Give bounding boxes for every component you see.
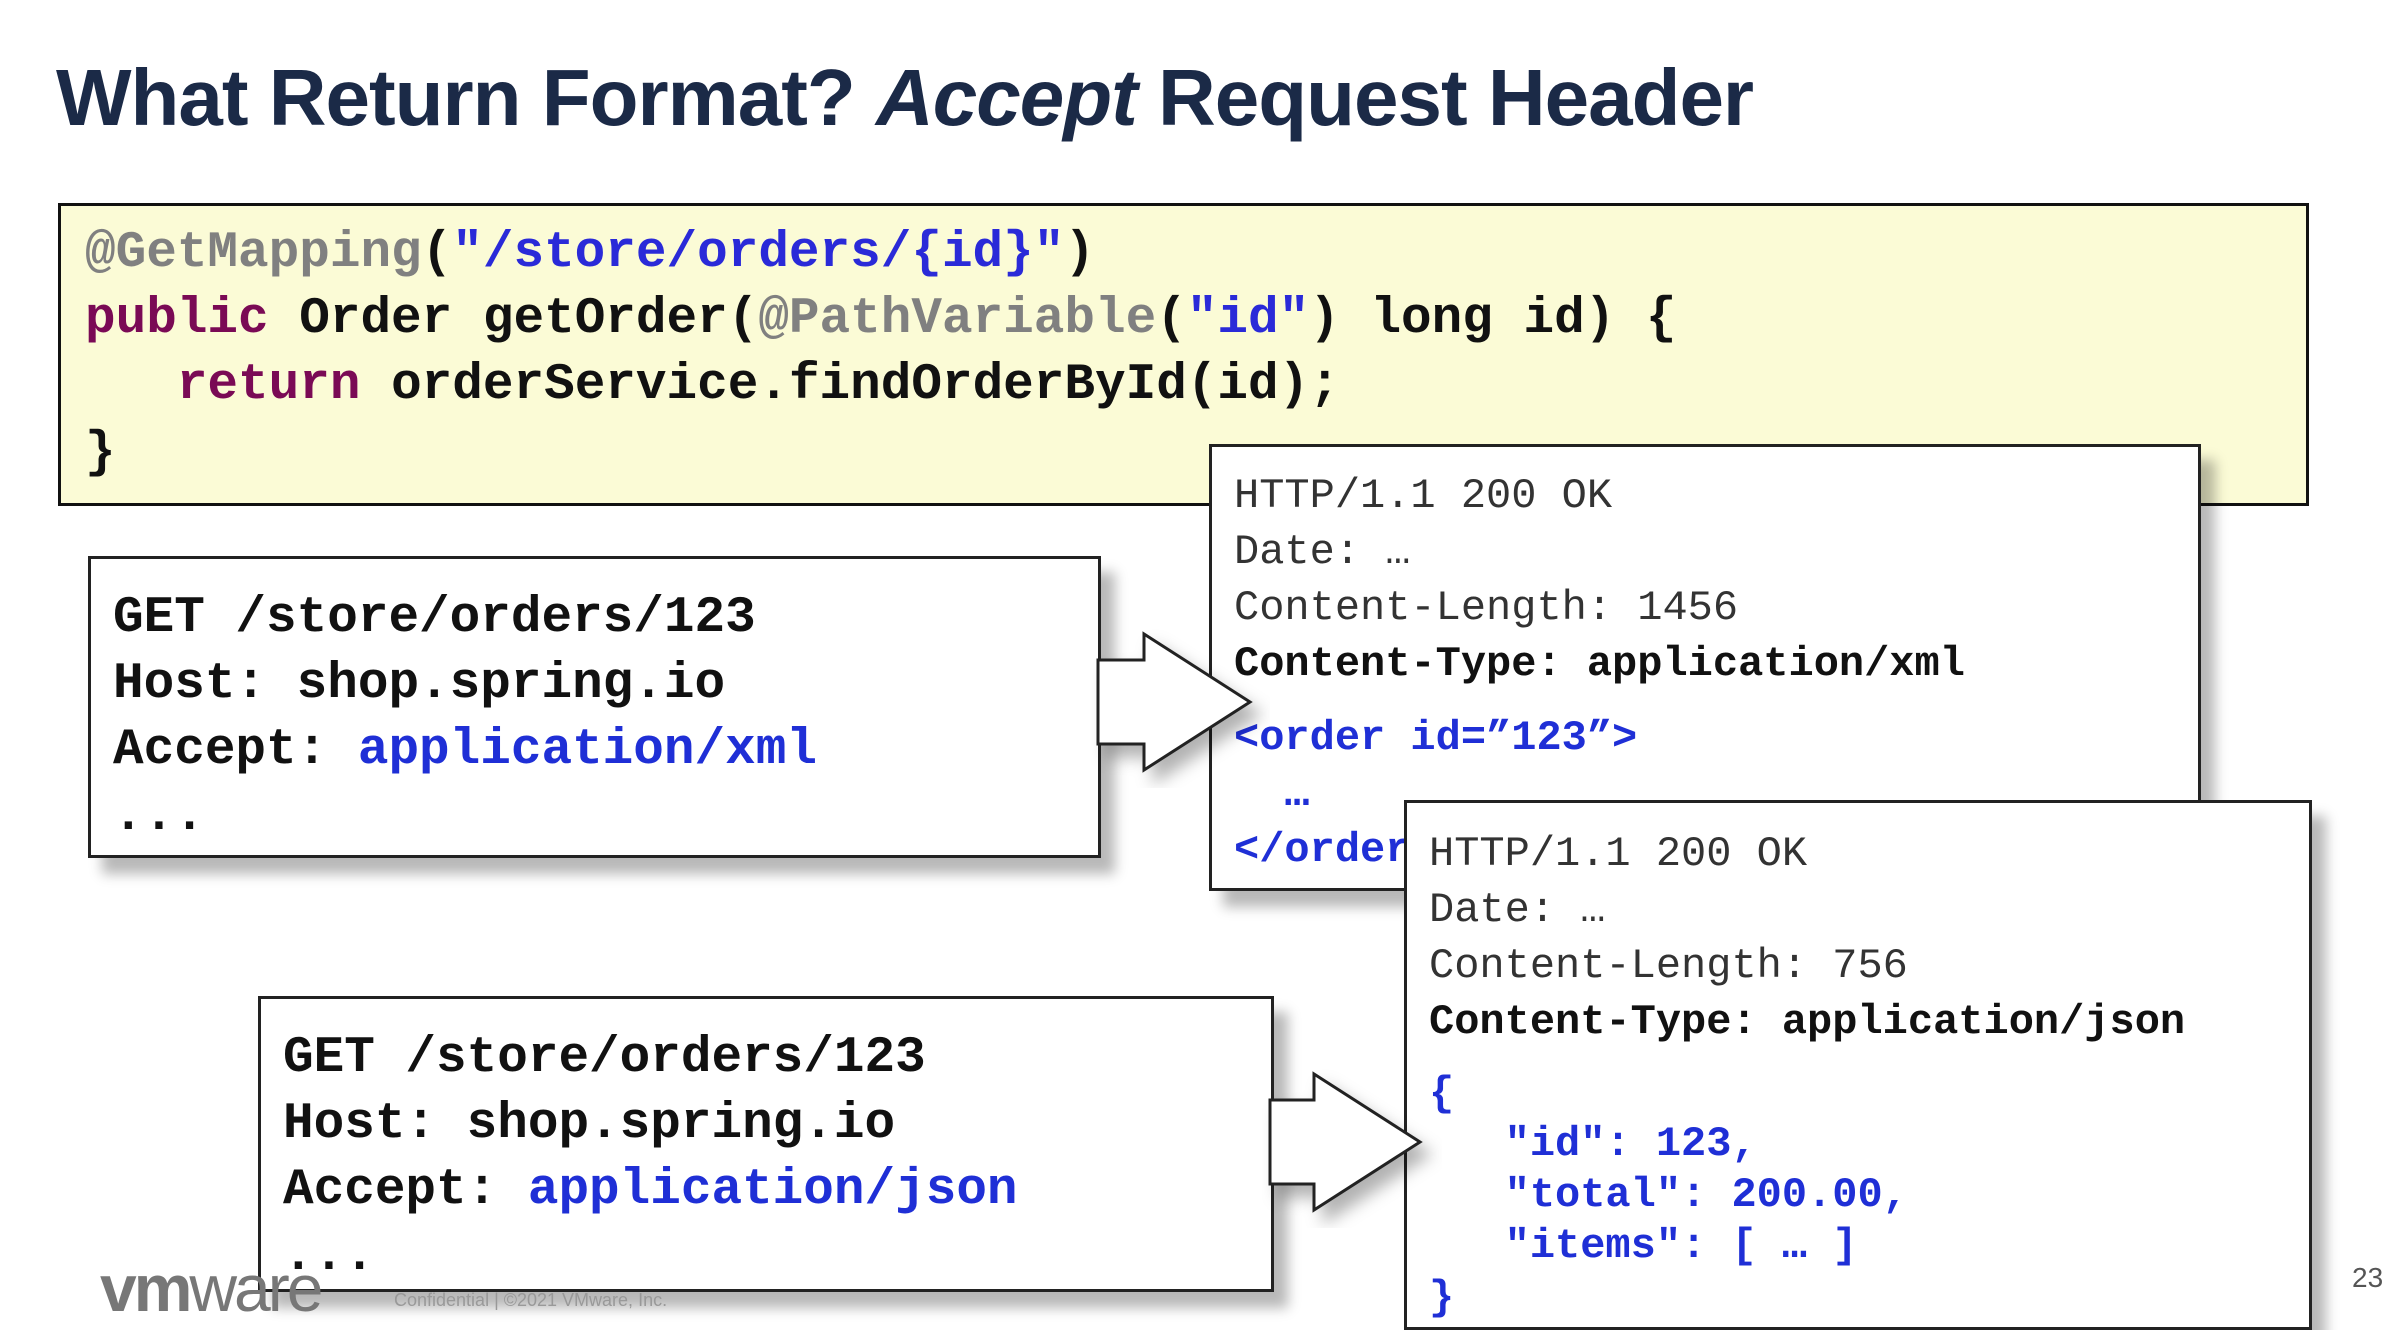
- response-status: HTTP/1.1 200 OK: [1234, 472, 1613, 520]
- accept-label: Accept:: [283, 1162, 528, 1219]
- code-line-4: }: [85, 428, 116, 479]
- code-text: }: [85, 425, 116, 482]
- code-line-3: return orderService.findOrderById(id);: [85, 360, 1340, 411]
- response-body-line: }: [1429, 1274, 1455, 1322]
- title-italic: Accept: [875, 53, 1138, 142]
- code-text: orderService.findOrderById(id);: [360, 357, 1340, 414]
- request-host: Host: shop.spring.io: [283, 1096, 896, 1153]
- code-line-2: public Order getOrder(@PathVariable("id"…: [85, 294, 1677, 345]
- response-body-line: <order id=”123”>: [1234, 714, 1638, 762]
- code-annotation: @PathVariable: [758, 291, 1157, 348]
- confidential-notice: Confidential | ©2021 VMware, Inc.: [394, 1290, 668, 1310]
- request-accept: Accept: application/json: [283, 1165, 1018, 1216]
- code-paren: (: [421, 225, 453, 282]
- request-line: GET /store/orders/123: [113, 590, 756, 647]
- code-string: "/store/orders/{id}": [452, 225, 1065, 282]
- arrow-right-icon: [1096, 631, 1253, 773]
- response-body-line: "id": 123,: [1429, 1120, 1757, 1168]
- xml-request-panel: GET /store/orders/123 Host: shop.spring.…: [88, 556, 1101, 858]
- code-text: Order getOrder(: [268, 291, 759, 348]
- code-string: "id": [1186, 291, 1310, 348]
- accept-value: application/xml: [357, 722, 817, 779]
- response-length: Content-Length: 756: [1429, 942, 1908, 990]
- json-response-panel: HTTP/1.1 200 OK Date: … Content-Length: …: [1404, 800, 2312, 1330]
- logo-vm: vm: [100, 1251, 192, 1325]
- request-host: Host: shop.spring.io: [113, 656, 726, 713]
- logo-ware: ware: [189, 1251, 323, 1325]
- arrow-right-icon: [1268, 1071, 1423, 1213]
- response-length: Content-Length: 1456: [1234, 584, 1739, 632]
- request-ellipsis: ...: [113, 788, 205, 845]
- response-date: Date: …: [1234, 528, 1411, 576]
- response-date: Date: …: [1429, 886, 1606, 934]
- code-keyword: return: [176, 357, 361, 414]
- vmware-logo: vmware: [100, 1255, 323, 1321]
- code-keyword: public: [85, 291, 269, 348]
- code-annotation: @GetMapping: [85, 225, 422, 282]
- response-status: HTTP/1.1 200 OK: [1429, 830, 1808, 878]
- json-request-panel: GET /store/orders/123 Host: shop.spring.…: [258, 996, 1274, 1292]
- code-paren: ): [1064, 225, 1095, 282]
- code-paren: (: [1156, 291, 1187, 348]
- response-body-line: "total": 200.00,: [1429, 1171, 1908, 1219]
- response-body-line: "items": [ … ]: [1429, 1222, 1858, 1270]
- accept-value: application/json: [527, 1162, 1018, 1219]
- title-part2: Request Header: [1136, 53, 1754, 142]
- request-accept: Accept: application/xml: [113, 725, 817, 776]
- accept-label: Accept:: [113, 722, 358, 779]
- code-text: ) long id) {: [1309, 291, 1677, 348]
- slide-number: 23: [2352, 1262, 2384, 1293]
- slide-title: What Return Format? Accept Request Heade…: [56, 52, 1754, 144]
- response-content-type: Content-Type: application/json: [1429, 998, 2186, 1046]
- code-line-1: @GetMapping("/store/orders/{id}"): [85, 228, 1095, 279]
- request-line: GET /store/orders/123: [283, 1030, 926, 1087]
- response-content-type: Content-Type: application/xml: [1234, 640, 1965, 688]
- title-part1: What Return Format?: [56, 53, 876, 142]
